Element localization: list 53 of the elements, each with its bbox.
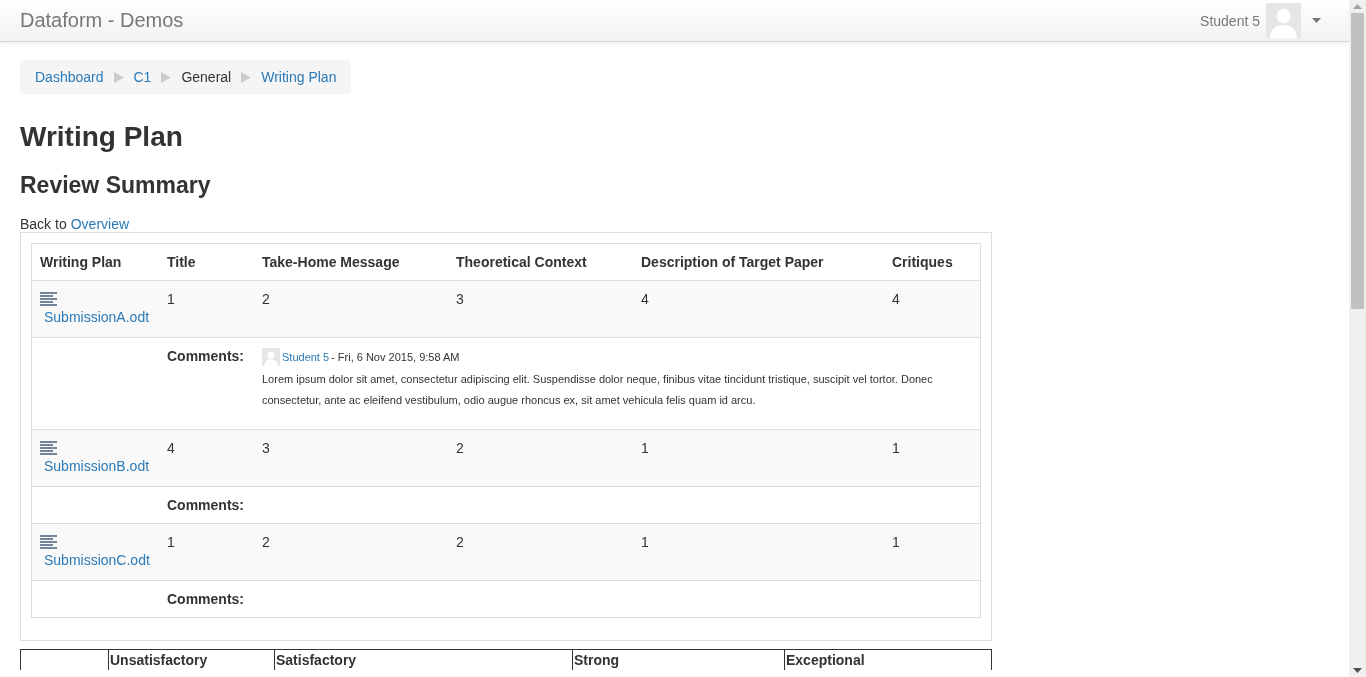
comment-date: - Fri, 6 Nov 2015, 9:58 AM: [331, 351, 460, 364]
column-header: Take-Home Message: [254, 243, 448, 281]
text-document-icon[interactable]: [40, 441, 57, 457]
score-value: 1: [167, 291, 175, 308]
avatar-icon: [262, 348, 280, 367]
comments-label: Comments:: [167, 591, 244, 608]
scrollbar-thumb[interactable]: [1351, 13, 1364, 309]
column-header: Description of Target Paper: [633, 243, 884, 281]
rubric-header: Exceptional: [784, 649, 992, 671]
score-value: 1: [167, 534, 175, 551]
site-brand[interactable]: Dataform - Demos: [20, 9, 184, 32]
breadcrumb-separator-icon: [113, 71, 124, 83]
score-value: 2: [456, 440, 464, 457]
scroll-down-icon[interactable]: [1353, 668, 1362, 673]
breadcrumb-separator-icon: [241, 71, 252, 83]
score-value: 1: [641, 440, 649, 457]
column-header: Critiques: [884, 243, 981, 281]
text-document-icon[interactable]: [40, 292, 57, 308]
score-value: 4: [167, 440, 175, 457]
score-value: 2: [262, 534, 270, 551]
column-header: Title: [159, 243, 254, 281]
back-label: Back to: [20, 216, 67, 233]
comments-label: Comments:: [167, 497, 244, 514]
column-header: Writing Plan: [31, 243, 159, 281]
comment-author-link[interactable]: Student 5: [282, 351, 330, 364]
comment-text: Lorem ipsum dolor sit amet, consectetur adipiscing elit. Suspendisse dolor neque, finibus vitae tincidunt tristique, suscipit vel tortor. Donec consectetur, ante ac eleifend vestibulum, odio augue rhoncus ex, sit amet vehicula felis quam id arcu.: [262, 372, 934, 409]
score-value: 4: [892, 291, 900, 308]
score-value: 2: [262, 291, 270, 308]
score-value: 4: [641, 291, 649, 308]
column-header: Theoretical Context: [448, 243, 633, 281]
rubric-header: Strong: [572, 649, 785, 671]
score-value: 1: [892, 440, 900, 457]
section-title: Review Summary: [20, 171, 212, 200]
overview-link[interactable]: Overview: [70, 216, 130, 233]
comments-label: Comments:: [167, 348, 244, 365]
breadcrumb-link[interactable]: Dashboard: [35, 69, 104, 85]
scroll-up-icon[interactable]: [1353, 4, 1362, 9]
score-value: 2: [456, 534, 464, 551]
rubric-header: Unsatisfactory: [108, 649, 275, 671]
breadcrumb-item: General: [181, 69, 232, 85]
score-value: 3: [262, 440, 270, 457]
page-title: Writing Plan: [20, 120, 184, 154]
scrollbar[interactable]: [1349, 0, 1366, 677]
caret-icon[interactable]: [1312, 18, 1321, 23]
score-value: 3: [456, 291, 464, 308]
breadcrumb-separator-icon: [161, 71, 172, 83]
score-value: 1: [641, 534, 649, 551]
rubric-header: Satisfactory: [274, 649, 573, 671]
breadcrumb-link[interactable]: Writing Plan: [261, 69, 337, 85]
user-name[interactable]: Student 5: [1200, 12, 1260, 29]
score-value: 1: [892, 534, 900, 551]
breadcrumb-link[interactable]: C1: [133, 69, 152, 85]
text-document-icon[interactable]: [40, 535, 57, 551]
